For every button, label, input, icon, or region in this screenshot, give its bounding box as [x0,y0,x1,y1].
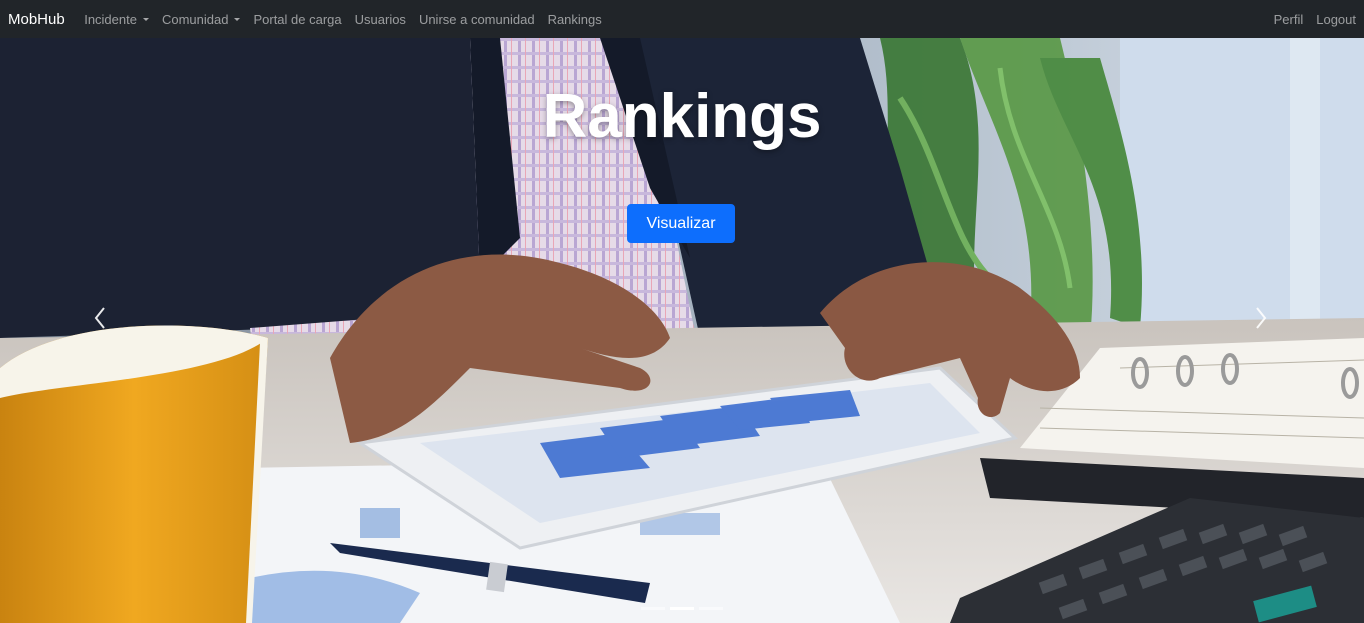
nav-perfil[interactable]: Perfil [1267,12,1310,27]
nav-usuarios[interactable]: Usuarios [348,12,412,27]
nav-portal-de-carga[interactable]: Portal de carga [247,12,348,27]
nav-comunidad-dropdown[interactable]: Comunidad [155,12,247,27]
caret-down-icon [234,17,241,21]
visualizar-button[interactable]: Visualizar [627,204,735,243]
nav-incidente-label: Incidente [84,11,137,27]
carousel-prev-button[interactable] [70,288,130,348]
nav-comunidad-label: Comunidad [161,11,229,27]
carousel-indicators [0,607,1364,610]
hero-carousel: Rankings Visualizar [0,38,1364,623]
nav-links: Incidente Comunidad Portal de carga Usua… [78,12,609,27]
nav-right-links: Perfil Logout [1267,12,1356,27]
top-navbar: MobHub Incidente Comunidad Portal de car… [0,0,1364,38]
nav-unirse-a-comunidad[interactable]: Unirse a comunidad [412,12,541,27]
hero-title: Rankings [542,82,822,151]
nav-rankings[interactable]: Rankings [541,12,608,27]
nav-incidente-dropdown[interactable]: Incidente [78,12,156,27]
nav-logout[interactable]: Logout [1310,12,1356,27]
chevron-right-icon [1256,307,1267,329]
carousel-indicator-3[interactable] [699,607,723,610]
brand-logo[interactable]: MobHub [8,11,65,28]
chevron-left-icon [94,307,105,329]
carousel-indicator-1[interactable] [641,607,665,610]
carousel-indicator-2[interactable] [670,607,694,610]
caret-down-icon [142,17,149,21]
carousel-next-button[interactable] [1231,288,1291,348]
